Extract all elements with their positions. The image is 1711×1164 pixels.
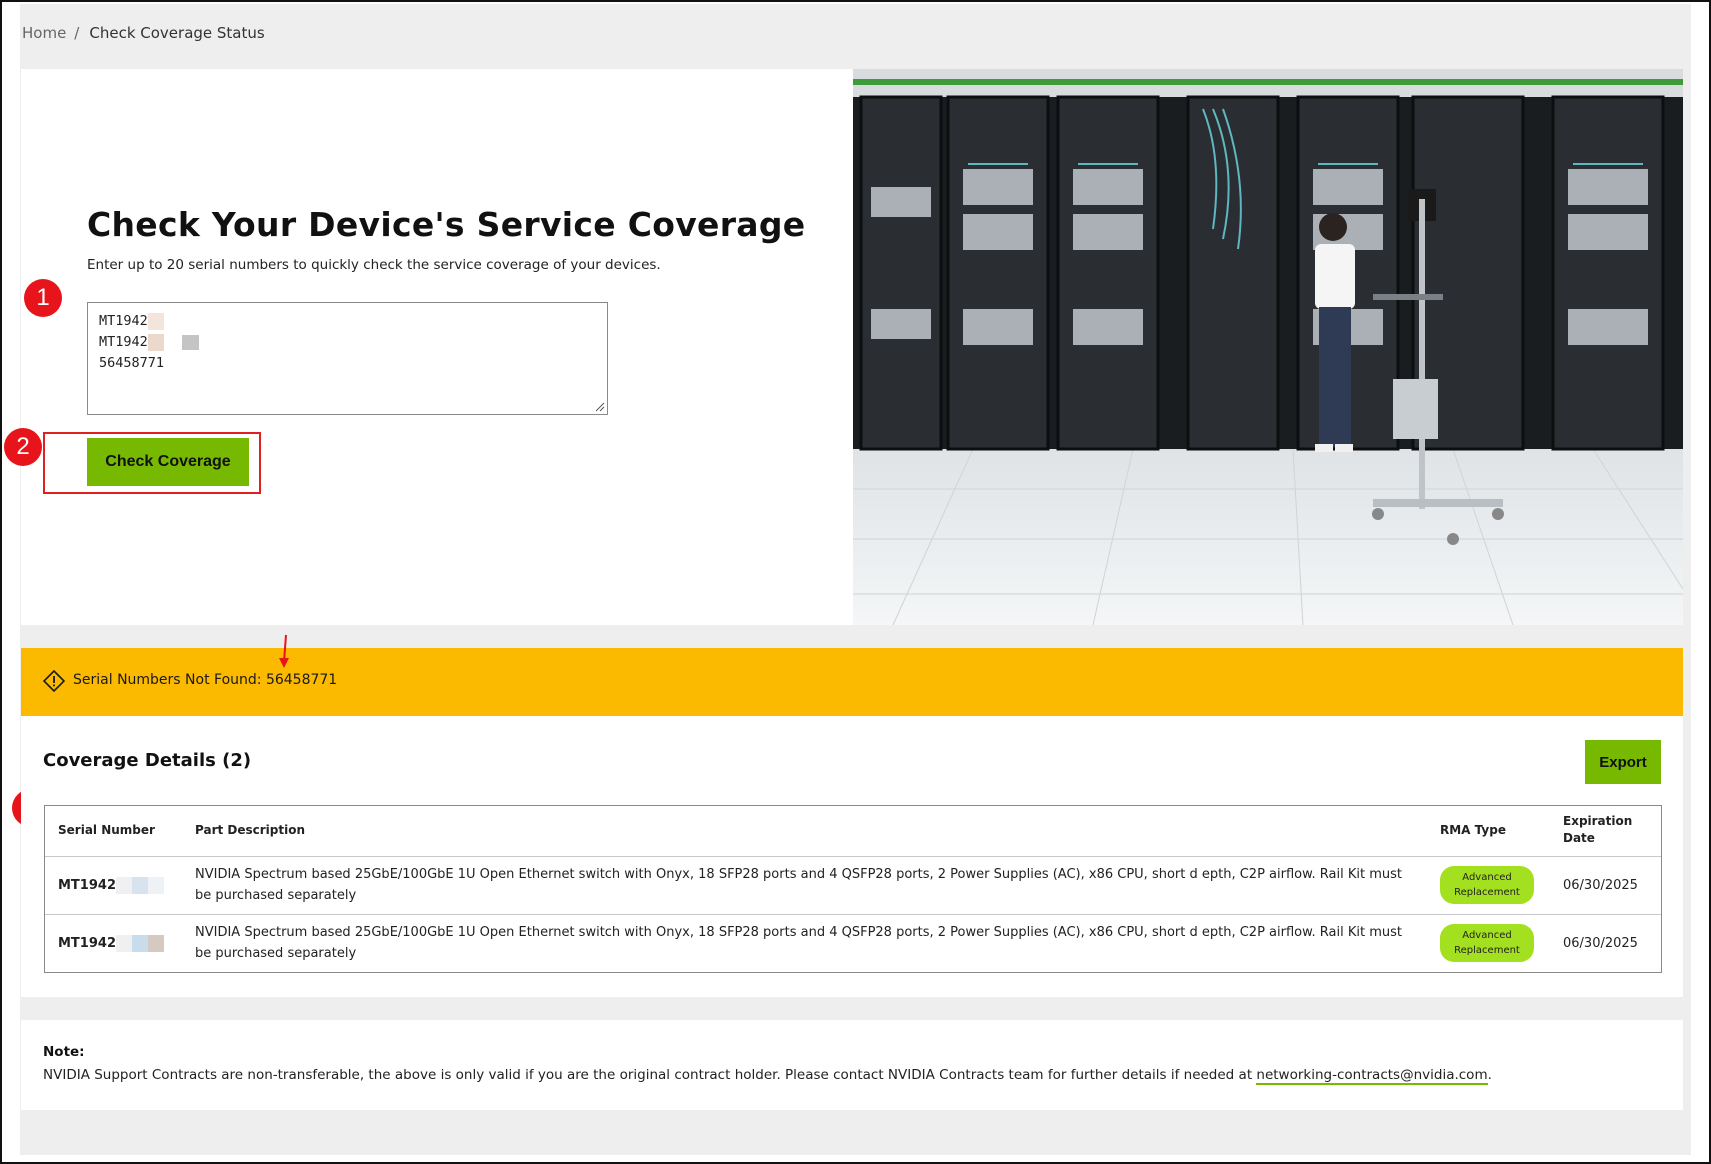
coverage-details-title: Coverage Details (2) [43, 750, 252, 771]
col-expiration-date[interactable]: Expiration Date [1549, 805, 1662, 857]
coverage-details-section: Coverage Details (2) Export Serial Numbe… [21, 716, 1683, 997]
not-found-label: Serial Numbers Not Found: [73, 672, 262, 688]
callout-2: 2 [4, 428, 42, 466]
redacted-block [147, 333, 164, 351]
rma-type-badge: Advanced Replacement [1440, 924, 1534, 963]
page-title: Check Your Device's Service Coverage [87, 205, 806, 244]
note-section: Note: NVIDIA Support Contracts are non-t… [21, 1020, 1683, 1110]
not-found-warning-bar: Serial Numbers Not Found: 56458771 [21, 648, 1683, 716]
page-subtitle: Enter up to 20 serial numbers to quickly… [87, 257, 661, 273]
rma-type-badge: Advanced Replacement [1440, 866, 1534, 904]
server-room-image [853, 69, 1683, 625]
redacted-block [116, 934, 132, 952]
serial-line-1: MT1942 [99, 311, 596, 332]
breadcrumb-home-link[interactable]: Home [22, 24, 66, 42]
col-serial-number[interactable]: Serial Number [44, 805, 181, 857]
serial-numbers-textarea[interactable]: MT1942 MT1942 56458771 [87, 302, 608, 415]
callout-1: 1 [24, 279, 62, 317]
warning-diamond-icon [43, 670, 65, 692]
serial-text: MT1942 [58, 935, 116, 951]
note-body: NVIDIA Support Contracts are non-transfe… [43, 1067, 1257, 1083]
redacted-block [148, 876, 164, 894]
redacted-block [181, 334, 199, 350]
description-cell: NVIDIA Spectrum based 25GbE/100GbE 1U Op… [181, 856, 1426, 915]
export-button[interactable]: Export [1585, 740, 1661, 784]
serial-line-2: MT1942 [99, 332, 596, 353]
col-part-description[interactable]: Part Description [181, 805, 1426, 857]
coverage-table: Serial Number Part Description RMA Type … [44, 805, 1662, 972]
breadcrumb: Home / Check Coverage Status [22, 24, 265, 42]
redacted-block [163, 333, 182, 351]
col-rma-type[interactable]: RMA Type [1426, 805, 1549, 857]
hero-section: Check Your Device's Service Coverage Ent… [21, 69, 1683, 625]
not-found-serial: 56458771 [265, 672, 338, 688]
note-text: NVIDIA Support Contracts are non-transfe… [43, 1067, 1492, 1085]
red-arrow-down-icon [279, 634, 289, 668]
note-tail: . [1487, 1067, 1492, 1083]
serial-line-3: 56458771 [99, 355, 165, 371]
redacted-block [132, 934, 148, 952]
serial-text: MT1942 [58, 877, 116, 893]
description-cell: NVIDIA Spectrum based 25GbE/100GbE 1U Op… [195, 925, 1403, 962]
serial-cell: MT1942 [44, 914, 181, 972]
breadcrumb-current: Check Coverage Status [89, 24, 265, 42]
rma-cell: Advanced Replacement [1426, 856, 1549, 915]
table-row: MT1942 NVIDIA Spectrum based 25GbE/100Gb… [44, 914, 1662, 972]
redacted-block [147, 312, 164, 330]
highlight-check-coverage [43, 432, 261, 494]
not-found-message: Serial Numbers Not Found: 56458771 [73, 672, 337, 688]
rma-cell: Advanced Replacement [1426, 914, 1549, 972]
contracts-email-link[interactable]: networking-contracts@nvidia.com [1256, 1067, 1488, 1085]
serial-line-1-text: MT1942 [99, 313, 148, 329]
serial-cell: MT1942 [44, 856, 181, 915]
resize-grip-icon[interactable] [595, 402, 605, 412]
breadcrumb-separator: / [74, 24, 80, 42]
table-row: MT1942 NVIDIA Spectrum based 25GbE/100Gb… [44, 856, 1662, 915]
redacted-block [148, 934, 164, 952]
table-header-row: Serial Number Part Description RMA Type … [44, 805, 1662, 857]
expiration-cell: 06/30/2025 [1563, 935, 1638, 951]
serial-line-2-text: MT1942 [99, 334, 148, 350]
redacted-block [132, 876, 148, 894]
redacted-block [116, 876, 132, 894]
note-label: Note: [43, 1044, 85, 1060]
expiration-cell: 06/30/2025 [1549, 856, 1662, 915]
